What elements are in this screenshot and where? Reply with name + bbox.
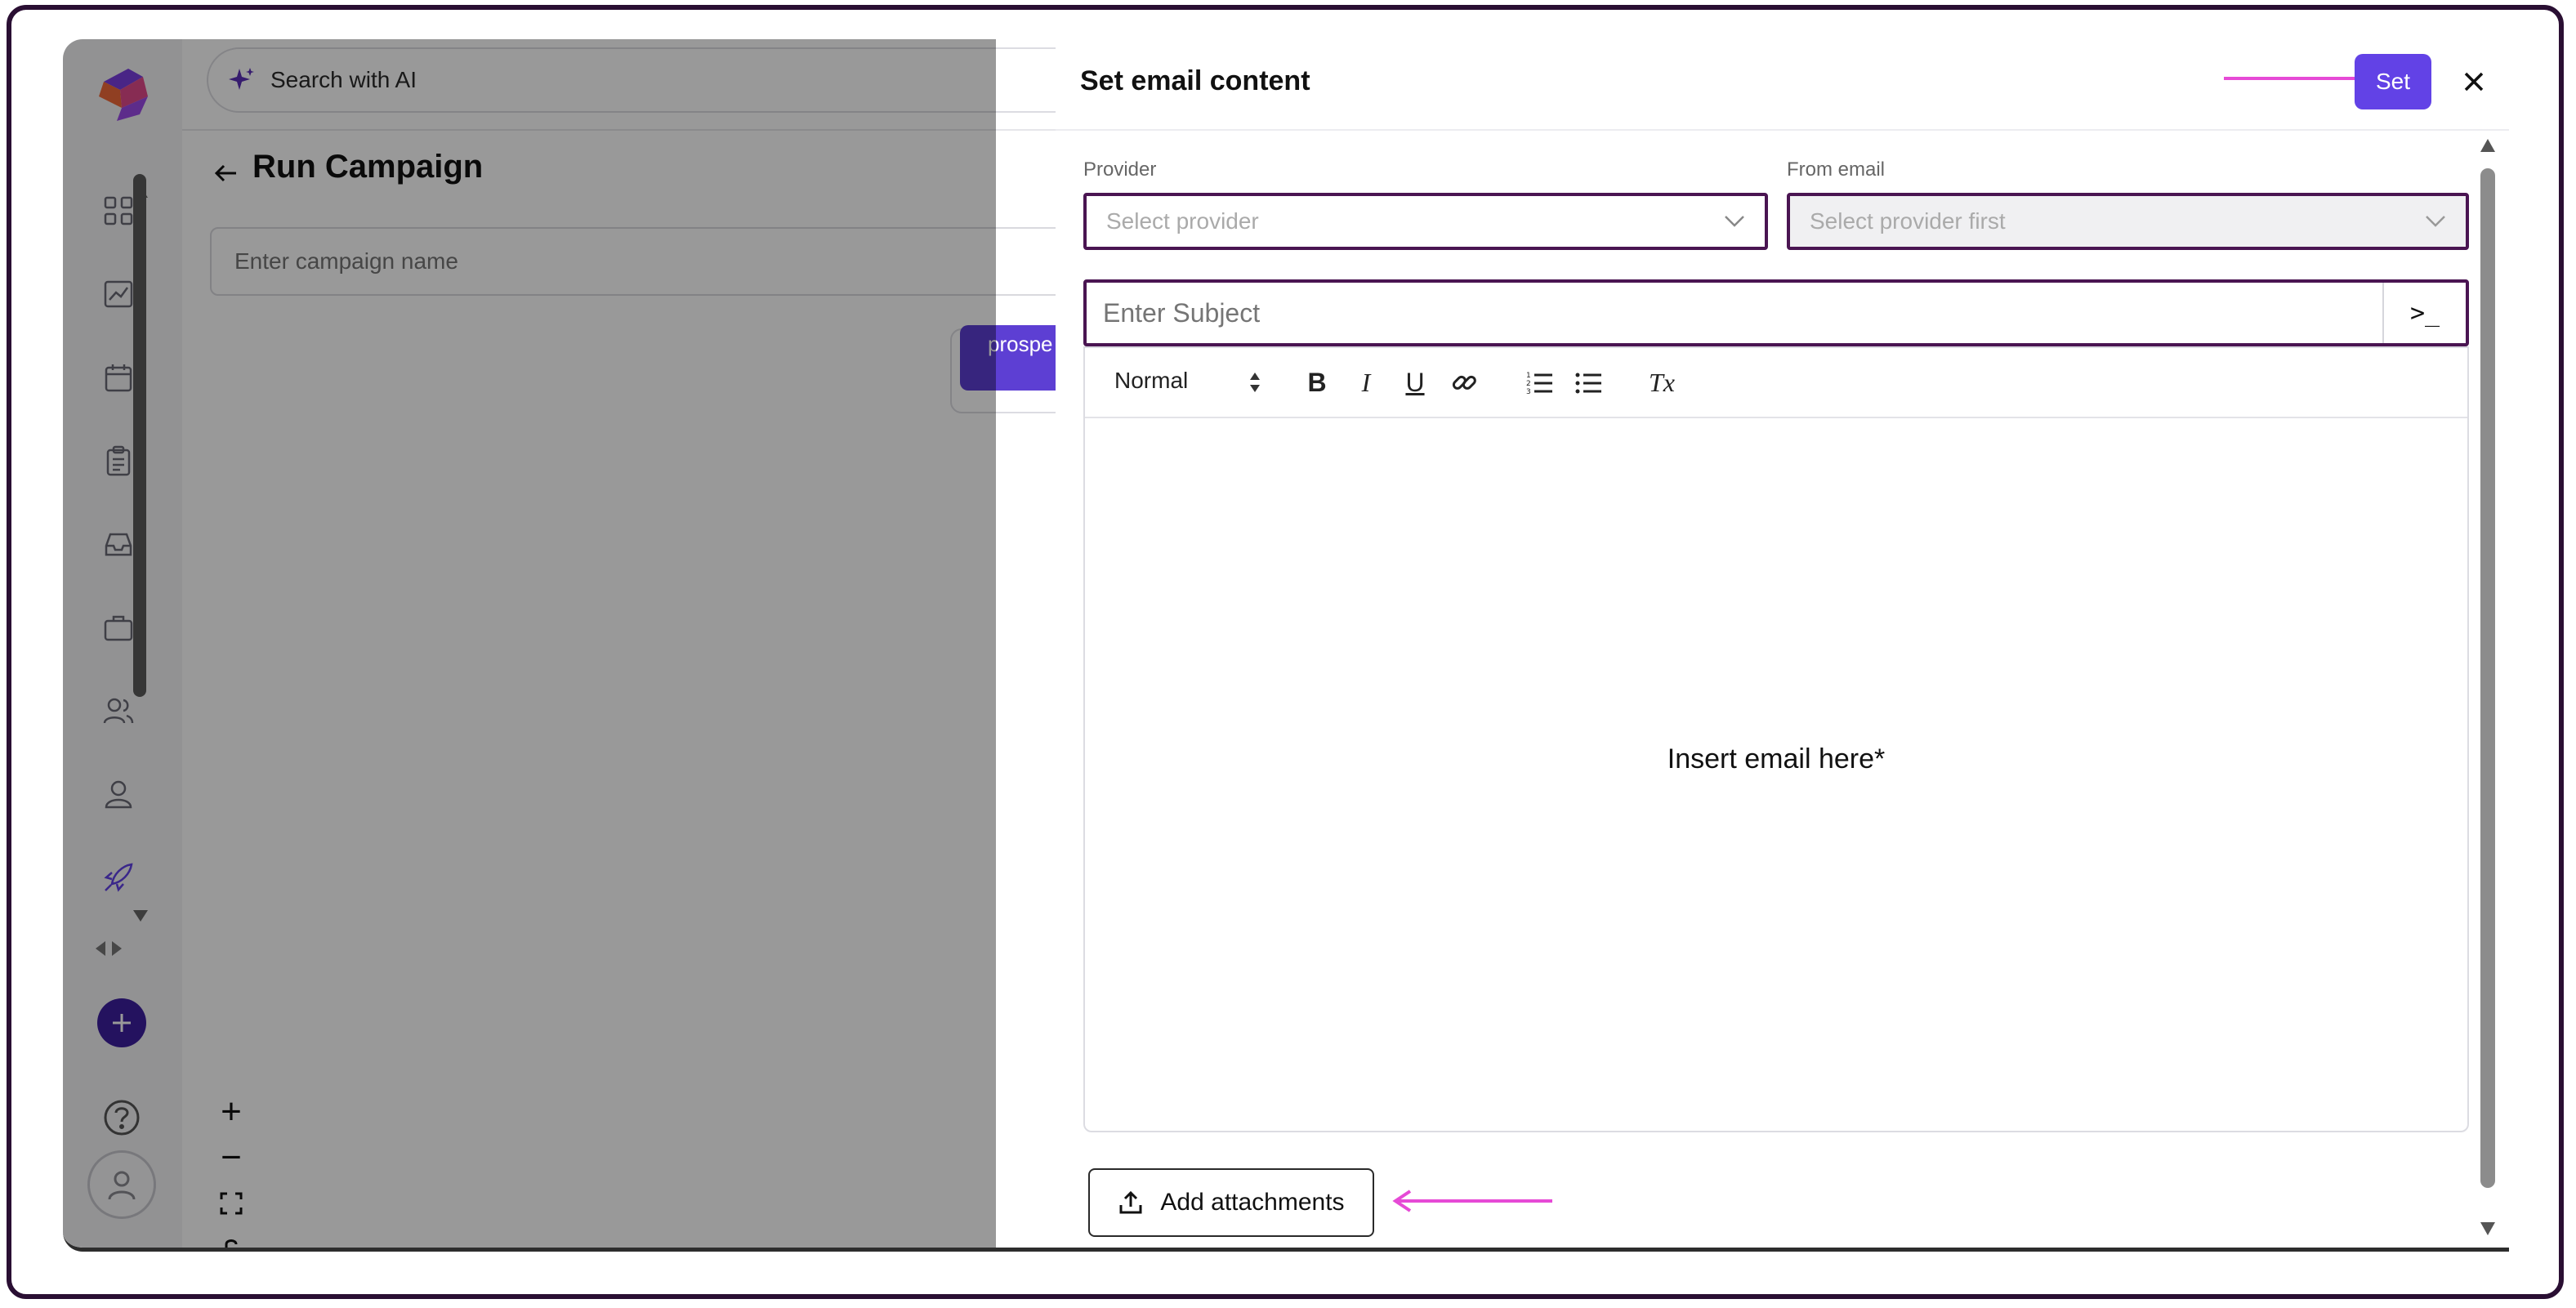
sort-updown-icon[interactable] — [1247, 368, 1263, 397]
insert-variable-button[interactable]: >_ — [2382, 283, 2466, 343]
ordered-list-icon: 123 — [1526, 372, 1552, 395]
bullet-list-button[interactable] — [1569, 363, 1608, 402]
modal-backdrop[interactable] — [63, 39, 996, 1248]
annotation-arrow-left-icon — [1392, 1190, 1552, 1212]
add-attachments-label: Add attachments — [1160, 1189, 1345, 1216]
subject-input[interactable] — [1087, 283, 2379, 343]
subject-field: >_ — [1083, 279, 2469, 346]
format-select[interactable]: Normal — [1114, 368, 1188, 394]
panel-scroll-up-icon[interactable] — [2480, 139, 2495, 152]
app-window: Search with AI Run Campaign prospe + − — [63, 39, 2509, 1252]
italic-button[interactable]: I — [1346, 363, 1386, 402]
provider-select[interactable]: Select provider — [1083, 193, 1768, 250]
panel-title: Set email content — [1080, 65, 1310, 96]
from-email-select[interactable]: Select provider first — [1787, 193, 2469, 250]
add-attachments-button[interactable]: Add attachments — [1088, 1168, 1374, 1237]
editor-toolbar: Normal B I U 123 Tx — [1085, 348, 2467, 418]
underline-button[interactable]: U — [1395, 363, 1435, 402]
clear-format-button[interactable]: Tx — [1642, 363, 1681, 402]
panel-scrollbar[interactable] — [2480, 168, 2495, 1188]
ordered-list-button[interactable]: 123 — [1520, 363, 1559, 402]
close-icon — [2464, 72, 2484, 92]
bold-button[interactable]: B — [1297, 363, 1337, 402]
email-content-panel: Set email content Set Provider Select pr… — [1056, 39, 2509, 1248]
svg-text:3: 3 — [1526, 388, 1531, 395]
svg-text:1: 1 — [1526, 372, 1531, 380]
set-button[interactable]: Set — [2355, 54, 2431, 109]
bullet-list-icon — [1575, 373, 1601, 394]
link-icon — [1452, 375, 1476, 390]
chevron-down-icon — [1725, 216, 1744, 227]
panel-header: Set email content Set — [1056, 39, 2509, 131]
upload-icon — [1119, 1190, 1142, 1214]
link-button[interactable] — [1444, 363, 1484, 402]
svg-text:2: 2 — [1526, 380, 1531, 388]
chevron-down-icon — [2426, 216, 2445, 227]
panel-scroll-down-icon[interactable] — [2480, 1222, 2495, 1235]
from-email-select-value: Select provider first — [1810, 208, 2006, 234]
email-editor: Normal B I U 123 Tx Insert email here* — [1083, 346, 2469, 1132]
close-button[interactable] — [2458, 65, 2490, 98]
provider-label: Provider — [1083, 158, 1157, 181]
from-email-label: From email — [1787, 158, 1886, 181]
editor-placeholder[interactable]: Insert email here* — [1085, 743, 2467, 775]
provider-select-value: Select provider — [1106, 208, 1259, 234]
